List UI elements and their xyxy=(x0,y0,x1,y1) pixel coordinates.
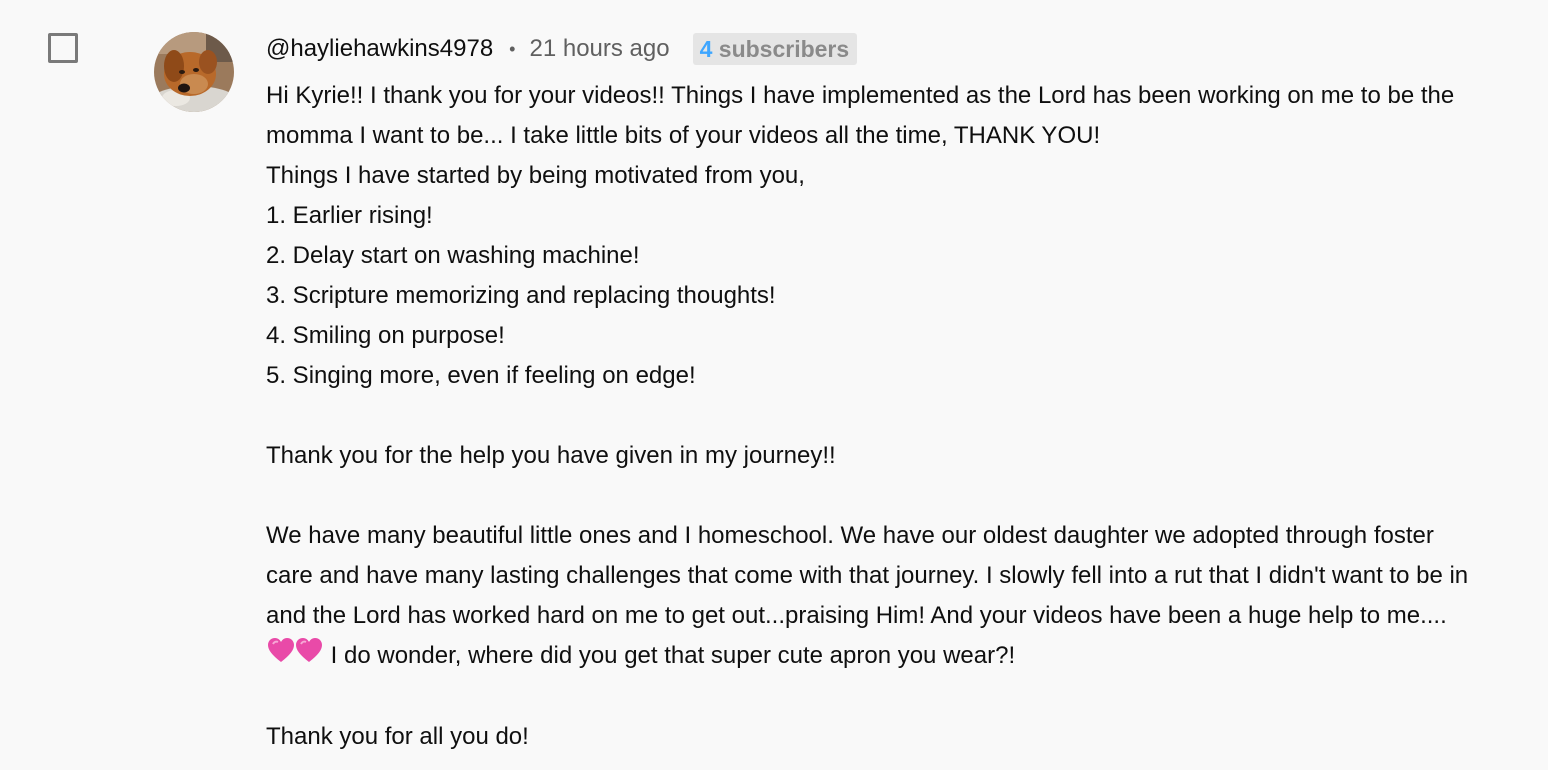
comment-header: @hayliehawkins4978 • 21 hours ago 4 subs… xyxy=(266,30,1506,68)
comment-timestamp[interactable]: 21 hours ago xyxy=(529,35,669,63)
comment-text: Hi Kyrie!! I thank you for your videos!!… xyxy=(266,76,1486,757)
author-name[interactable]: @hayliehawkins4978 xyxy=(266,35,493,63)
paragraph-4-text: We have many beautiful little ones and I… xyxy=(266,522,1469,629)
comment-paragraph-1: Hi Kyrie!! I thank you for your videos!!… xyxy=(266,82,1455,149)
author-avatar[interactable] xyxy=(154,32,234,112)
subscriber-count: 4 xyxy=(699,36,713,62)
list-item: 2. Delay start on washing machine! xyxy=(266,242,640,269)
list-item: 1. Earlier rising! xyxy=(266,202,433,229)
paragraph-4-question: I do wonder, where did you get that supe… xyxy=(330,642,1016,669)
list-item: 3. Scripture memorizing and replacing th… xyxy=(266,282,776,309)
comment-paragraph-2: Things I have started by being motivated… xyxy=(266,162,805,189)
dog-avatar-icon xyxy=(154,32,234,112)
comment-paragraph-4: We have many beautiful little ones and I… xyxy=(266,516,1486,677)
comment-paragraph-5: Thank you for all you do! xyxy=(266,722,529,750)
select-comment-checkbox[interactable] xyxy=(48,33,78,63)
comment-item: @hayliehawkins4978 • 21 hours ago 4 subs… xyxy=(0,0,1548,770)
comment-content: @hayliehawkins4978 • 21 hours ago 4 subs… xyxy=(266,30,1506,757)
list-item: 4. Smiling on purpose! xyxy=(266,322,505,349)
list-item: 5. Singing more, even if feeling on edge… xyxy=(266,362,696,389)
subscriber-badge: 4 subscribers xyxy=(692,33,858,65)
hearts-emoji-icon xyxy=(268,637,322,677)
comment-paragraph-3: Thank you for the help you have given in… xyxy=(266,442,836,469)
subscriber-label: subscribers xyxy=(718,36,850,62)
separator-dot: • xyxy=(509,38,516,59)
